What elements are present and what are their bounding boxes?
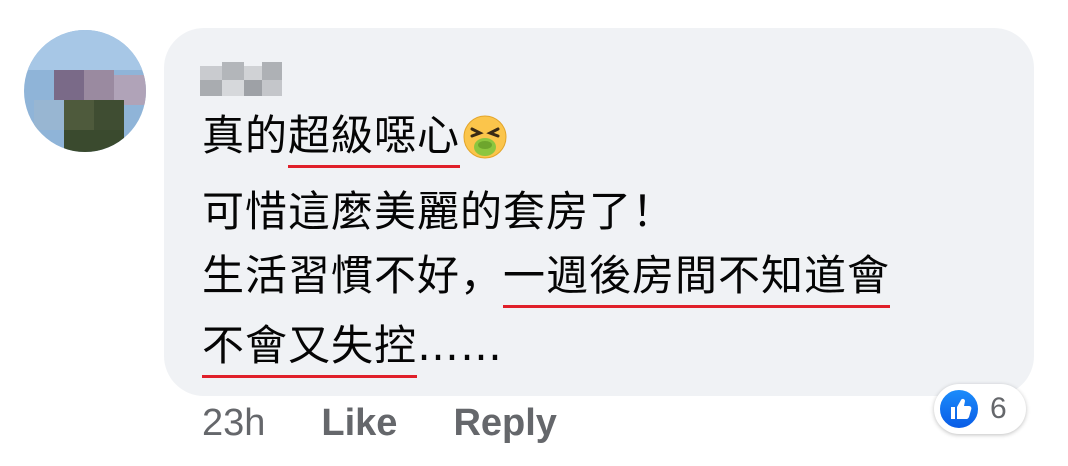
nauseated-face-icon — [462, 114, 508, 172]
avatar-pixel — [64, 130, 124, 152]
avatar-pixel — [84, 70, 114, 100]
thumbs-up-icon — [938, 388, 980, 430]
author-name-pixel — [200, 66, 222, 80]
comment-text: 可惜這麼美麗的套房了！ — [202, 187, 676, 236]
avatar-pixel — [64, 100, 94, 130]
comment-line-3: 生活習慣不好，一週後房間不知道會 — [202, 250, 891, 308]
underlined-text: 不會又失控 — [202, 321, 418, 378]
underlined-text: 一週後房間不知道會 — [503, 251, 891, 308]
comment-line-2: 可惜這麼美麗的套房了！ — [202, 186, 675, 238]
comment-line-1: 真的超級噁心 — [202, 110, 508, 172]
comment-text: 生活習慣不好， — [202, 251, 504, 300]
author-name-pixel — [222, 80, 244, 96]
author-name-pixel — [262, 80, 282, 96]
author-name-pixel — [262, 62, 282, 80]
avatar-pixel — [54, 70, 84, 100]
underlined-text: 超級噁心 — [288, 111, 461, 168]
author-name-pixel — [244, 80, 262, 96]
timestamp[interactable]: 23h — [202, 402, 265, 444]
author-name-pixel — [200, 80, 222, 96]
avatar-pixel — [24, 30, 146, 70]
author-name-pixel — [222, 62, 244, 80]
avatar-pixel — [34, 100, 64, 130]
author-name-pixel — [244, 66, 262, 80]
reactions-badge[interactable]: 6 — [934, 384, 1026, 434]
comment-actions: 23h Like Reply — [202, 402, 557, 445]
like-button[interactable]: Like — [321, 402, 397, 444]
comment-line-4: 不會又失控…… — [202, 320, 504, 378]
avatar[interactable] — [24, 30, 146, 152]
author-name[interactable] — [200, 62, 282, 98]
avatar-pixel — [94, 100, 124, 130]
comment-text: 真的 — [202, 111, 289, 160]
reaction-count: 6 — [990, 392, 1007, 425]
comment-text: …… — [417, 321, 504, 370]
reply-button[interactable]: Reply — [453, 402, 556, 444]
